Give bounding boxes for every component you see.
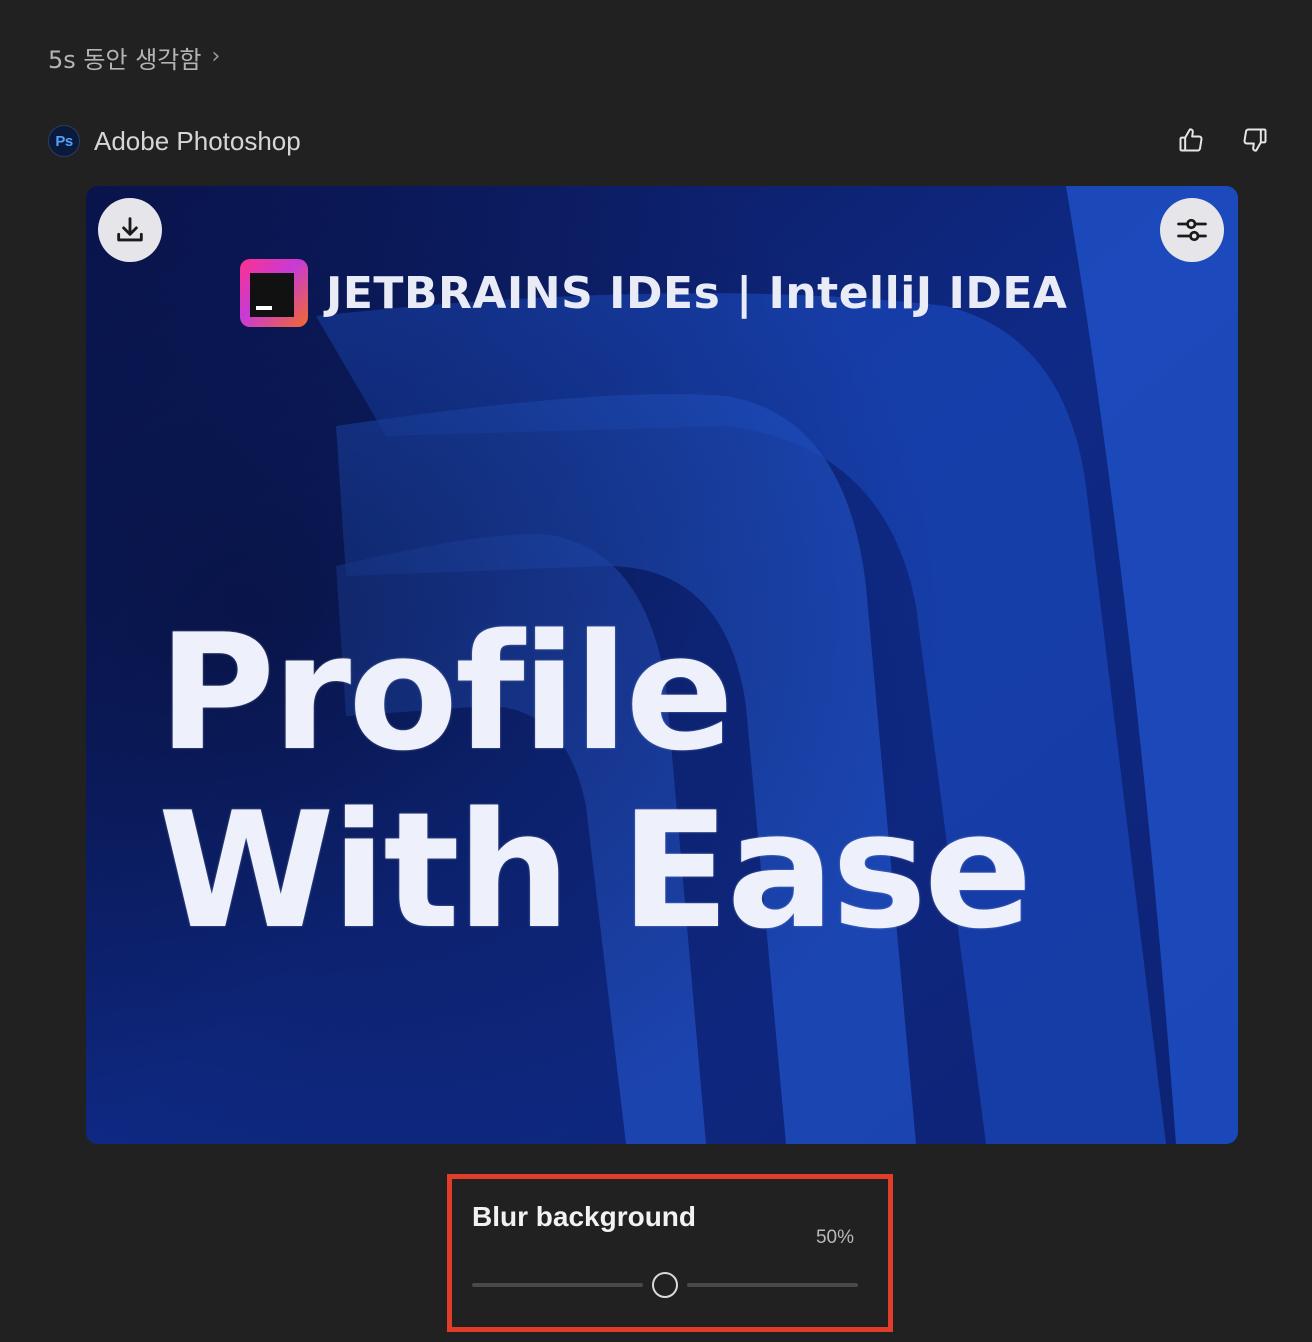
thumbs-up-icon [1179, 128, 1203, 152]
image-brand-text: JETBRAINS IDEs | IntelliJ IDEA [326, 267, 1068, 319]
adjustments-icon [1177, 218, 1207, 242]
photoshop-badge-text: Ps [55, 132, 73, 150]
adjustments-button[interactable] [1160, 198, 1224, 262]
feedback-buttons [1174, 122, 1272, 158]
slider-thumb[interactable] [652, 1272, 678, 1298]
generated-image: JETBRAINS IDEs | IntelliJ IDEA Profile W… [86, 186, 1238, 1144]
image-headline: Profile With Ease [158, 599, 1032, 964]
blur-value-label: 50% [815, 1227, 854, 1248]
chevron-right-icon: › [211, 43, 221, 69]
blur-background-title: Blur background [472, 1201, 697, 1232]
slider-track-left[interactable] [472, 1283, 643, 1287]
photoshop-logo-icon: Ps [48, 125, 80, 157]
download-icon [117, 217, 143, 242]
tool-header: Ps Adobe Photoshop [48, 124, 301, 158]
thumbs-down-icon [1243, 128, 1267, 152]
jetbrains-logo-icon [240, 259, 308, 327]
thinking-label: 5s 동안 생각함 [48, 45, 202, 74]
download-button[interactable] [98, 198, 162, 262]
blur-background-panel: Blur background 50% [447, 1174, 893, 1332]
thumbs-up-button[interactable] [1174, 122, 1208, 158]
image-brand-row: JETBRAINS IDEs | IntelliJ IDEA [240, 258, 1067, 328]
blur-slider[interactable] [472, 1271, 858, 1299]
thinking-toggle[interactable]: 5s 동안 생각함 › [48, 40, 220, 74]
slider-track-right[interactable] [687, 1283, 858, 1287]
tool-name: Adobe Photoshop [94, 125, 301, 156]
thumbs-down-button[interactable] [1238, 122, 1272, 158]
